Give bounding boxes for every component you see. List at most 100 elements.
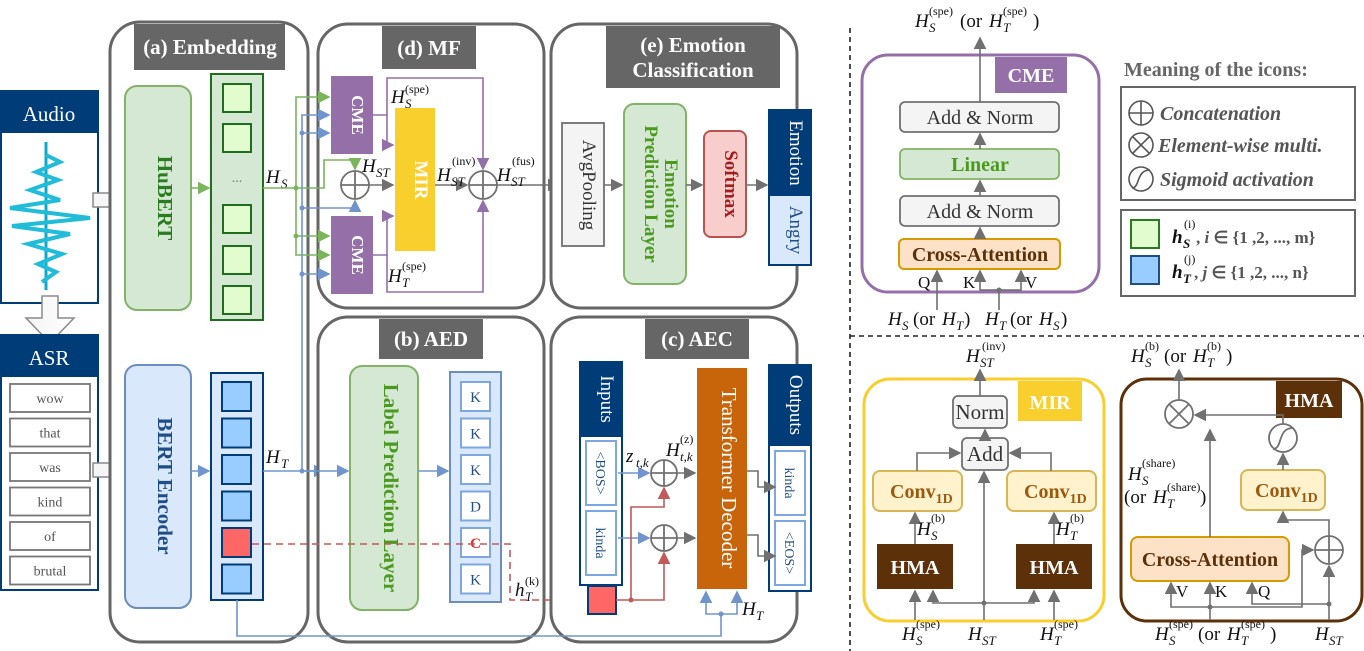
svg-text:(spe): (spe) — [1054, 617, 1078, 631]
concat-icon — [650, 524, 678, 552]
hma-v-label: V — [1176, 582, 1189, 601]
svg-text:H: H — [941, 309, 957, 330]
aed-label: K — [470, 390, 481, 406]
panel-aec-title: (c) AEC — [661, 327, 733, 351]
aec-input-token: <BOS> — [592, 451, 607, 494]
svg-text:T: T — [1183, 271, 1192, 286]
svg-text:H: H — [265, 447, 281, 468]
svg-text:(or: (or — [1164, 346, 1187, 367]
svg-text:S: S — [916, 633, 923, 648]
asr-input: ASR wow that was kind of brutal — [0, 334, 99, 591]
svg-text:S: S — [1142, 473, 1149, 488]
svg-text:H: H — [1154, 624, 1170, 645]
svg-text:H: H — [1314, 624, 1330, 645]
svg-text:(spe): (spe) — [929, 4, 953, 18]
svg-text:(spe): (spe) — [1169, 617, 1193, 631]
svg-text:z: z — [625, 446, 634, 467]
svg-text:): ) — [1061, 309, 1067, 330]
svg-text:): ) — [1033, 11, 1039, 32]
svg-text:T: T — [1167, 496, 1175, 511]
svg-text:(share): (share) — [1142, 456, 1175, 470]
svg-text:(spe): (spe) — [1241, 617, 1265, 631]
svg-text:S: S — [1183, 236, 1190, 251]
svg-text:(or: (or — [1124, 487, 1147, 508]
svg-text:(or: (or — [960, 11, 983, 32]
svg-text:H: H — [496, 165, 512, 186]
svg-text:(i): (i) — [1184, 217, 1195, 231]
svg-text:h: h — [1172, 262, 1183, 283]
svg-text:(b): (b) — [1145, 339, 1159, 353]
svg-text:T: T — [956, 318, 964, 333]
svg-text:H: H — [665, 440, 681, 461]
cme-detail: H S(spe) (or H T(spe) ) CME Add & Norm Lin… — [860, 4, 1101, 333]
mir-add-label: Add — [967, 442, 1004, 466]
svg-text:H: H — [1226, 624, 1242, 645]
hma-top-output-label: H S(b) (or H T(b) ) — [1130, 339, 1232, 370]
text-token — [221, 490, 252, 522]
legend-concat-label: Concatenation — [1160, 103, 1281, 125]
svg-text:T: T — [1054, 633, 1062, 648]
speech-token — [222, 245, 252, 275]
aec-input-token: kinda — [592, 527, 607, 559]
transformer-decoder-label: Transformer Decoder — [717, 388, 741, 569]
v-label: V — [1025, 273, 1038, 292]
concat-icon — [468, 170, 498, 200]
svg-text:T: T — [999, 318, 1007, 333]
hma-q-label: Q — [1258, 582, 1270, 601]
panel-aed-title: (b) AED — [394, 327, 468, 351]
svg-text:(or: (or — [1198, 624, 1221, 645]
mir-hma-right-label: HMA — [1030, 557, 1079, 579]
svg-text:): ) — [1200, 487, 1206, 508]
speech-token — [222, 204, 252, 234]
svg-text:S: S — [1169, 633, 1176, 648]
mir-top-output-label: H ST (inv) — [965, 339, 1005, 370]
aed-label: K — [470, 573, 481, 589]
svg-text:H: H — [916, 519, 932, 540]
svg-text:ST: ST — [511, 174, 526, 189]
add-norm-top-label: Add & Norm — [927, 107, 1034, 129]
concat-icon — [1314, 535, 1344, 565]
cme-badge: CME — [1008, 65, 1055, 87]
mir-badge: MIR — [1029, 392, 1071, 414]
svg-text:): ) — [1226, 346, 1232, 367]
svg-text:H: H — [390, 87, 406, 108]
svg-text:h: h — [1172, 227, 1183, 248]
softmax-label: Softmax — [720, 150, 741, 218]
svg-text:(b): (b) — [1070, 511, 1084, 525]
svg-text:): ) — [1270, 624, 1276, 645]
svg-text:H: H — [887, 309, 903, 330]
svg-text:S: S — [405, 96, 412, 111]
speech-token-swatch — [1130, 219, 1160, 249]
text-token — [221, 454, 252, 485]
svg-text:ST: ST — [1329, 633, 1344, 648]
svg-text:t,k: t,k — [636, 455, 649, 470]
asr-word: that — [40, 427, 61, 442]
svg-text:T: T — [756, 608, 764, 623]
emotion-prediction-line2: Prediction Layer — [640, 125, 661, 263]
multiply-icon — [1164, 399, 1194, 429]
svg-text:S: S — [1053, 318, 1060, 333]
hma-badge: HMA — [1285, 390, 1334, 412]
svg-text:H: H — [984, 309, 1000, 330]
hma-detail: H S(b) (or H T(b) ) HMA Conv1D Cross-Atten… — [1119, 339, 1364, 648]
sigmoid-icon — [1268, 423, 1298, 453]
svg-text:T: T — [1241, 633, 1249, 648]
panel-emotion-classification: (e) Emotion Classification AvgPooling Em… — [549, 22, 812, 310]
panel-embedding: (a) Embedding HuBERT BERT Encoder ... H … — [108, 20, 310, 644]
hma-k-label: K — [1215, 582, 1228, 601]
mir-label: MIR — [410, 160, 431, 199]
svg-text:T: T — [525, 589, 533, 604]
svg-text:T: T — [1003, 20, 1011, 35]
svg-text:(spe): (spe) — [1003, 4, 1027, 18]
error-token — [587, 585, 617, 615]
panel-emotion-title-line2: Classification — [632, 58, 754, 82]
svg-text:S: S — [929, 20, 936, 35]
svg-text:H: H — [387, 266, 403, 287]
legend-title: Meaning of the icons: — [1124, 59, 1308, 81]
avgpooling-label: AvgPooling — [578, 140, 599, 231]
svg-text:(k): (k) — [525, 574, 539, 588]
mir-detail: H ST(inv) MIR Norm Add Conv1D Conv1D HMA … — [862, 339, 1106, 648]
svg-text:H: H — [741, 599, 757, 620]
svg-text:H: H — [1127, 464, 1143, 485]
speech-token — [222, 123, 252, 153]
